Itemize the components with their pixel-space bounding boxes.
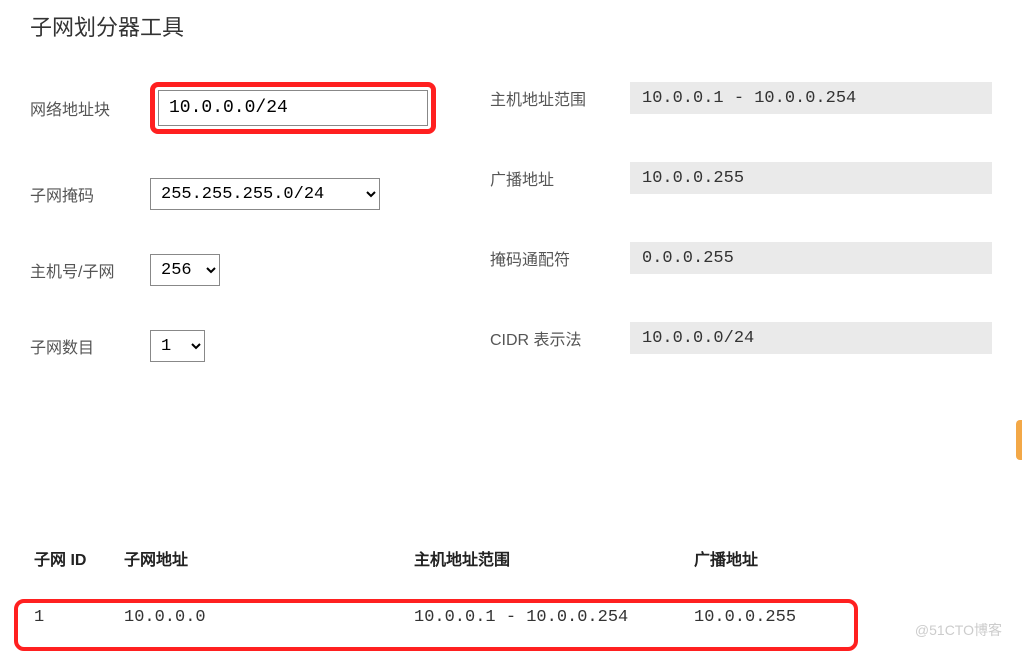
cell-host-range: 10.0.0.1 - 10.0.0.254 <box>410 594 690 641</box>
cell-subnet-address: 10.0.0.0 <box>120 594 410 641</box>
header-subnet-address: 子网地址 <box>120 536 410 594</box>
wildcard-value: 0.0.0.255 <box>630 242 992 274</box>
hosts-per-subnet-row: 主机号/子网 256 <box>30 254 450 286</box>
network-block-input[interactable] <box>158 90 428 126</box>
left-column: 网络地址块 子网掩码 255.255.255.0/24 主机号/子网 256 子… <box>30 82 450 406</box>
wildcard-row: 掩码通配符 0.0.0.255 <box>490 242 992 274</box>
subnet-mask-select[interactable]: 255.255.255.0/24 <box>150 178 380 210</box>
table-row: 1 10.0.0.0 10.0.0.1 - 10.0.0.254 10.0.0.… <box>30 594 850 641</box>
host-range-value: 10.0.0.1 - 10.0.0.254 <box>630 82 992 114</box>
right-accent-bar <box>1016 420 1022 460</box>
cell-subnet-id: 1 <box>30 594 120 641</box>
broadcast-label: 广播地址 <box>490 166 630 190</box>
subnet-count-select[interactable]: 1 <box>150 330 205 362</box>
header-broadcast: 广播地址 <box>690 536 850 594</box>
hosts-per-subnet-select[interactable]: 256 <box>150 254 220 286</box>
header-host-range: 主机地址范围 <box>410 536 690 594</box>
cidr-value: 10.0.0.0/24 <box>630 322 992 354</box>
page-title: 子网划分器工具 <box>30 10 992 42</box>
cidr-row: CIDR 表示法 10.0.0.0/24 <box>490 322 992 354</box>
subnet-count-row: 子网数目 1 <box>30 330 450 362</box>
table-header-row: 子网 ID 子网地址 主机地址范围 广播地址 <box>30 536 850 594</box>
highlight-box-input <box>150 82 436 134</box>
results-table: 子网 ID 子网地址 主机地址范围 广播地址 1 10.0.0.0 10.0.0… <box>30 536 850 641</box>
subnet-mask-label: 子网掩码 <box>30 182 150 206</box>
form-container: 网络地址块 子网掩码 255.255.255.0/24 主机号/子网 256 子… <box>30 82 992 406</box>
right-column: 主机地址范围 10.0.0.1 - 10.0.0.254 广播地址 10.0.0… <box>490 82 992 406</box>
broadcast-row: 广播地址 10.0.0.255 <box>490 162 992 194</box>
broadcast-value: 10.0.0.255 <box>630 162 992 194</box>
watermark: @51CTO博客 <box>915 620 1002 640</box>
header-subnet-id: 子网 ID <box>30 536 120 594</box>
wildcard-label: 掩码通配符 <box>490 246 630 270</box>
subnet-mask-row: 子网掩码 255.255.255.0/24 <box>30 178 450 210</box>
cell-broadcast: 10.0.0.255 <box>690 594 850 641</box>
host-range-label: 主机地址范围 <box>490 86 630 110</box>
subnet-count-label: 子网数目 <box>30 334 150 358</box>
network-block-row: 网络地址块 <box>30 82 450 134</box>
results-table-area: 子网 ID 子网地址 主机地址范围 广播地址 1 10.0.0.0 10.0.0… <box>30 536 992 641</box>
host-range-row: 主机地址范围 10.0.0.1 - 10.0.0.254 <box>490 82 992 114</box>
cidr-label: CIDR 表示法 <box>490 326 630 350</box>
network-block-label: 网络地址块 <box>30 96 150 120</box>
hosts-per-subnet-label: 主机号/子网 <box>30 258 150 282</box>
